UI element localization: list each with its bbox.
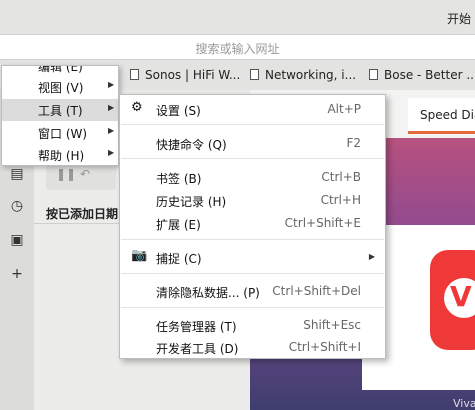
menu-item-help[interactable]: 帮助 (H) ▶ <box>2 144 118 166</box>
tools-submenu: ⚙ 设置 (S) Alt+P 快捷命令 (Q) F2 书签 (B) Ctrl+B… <box>119 94 386 359</box>
menu-item-extensions[interactable]: 扩展 (E) Ctrl+Shift+E <box>120 212 385 234</box>
menu-item-bookmarks[interactable]: 书签 (B) Ctrl+B <box>120 166 385 188</box>
document-icon <box>250 69 259 80</box>
tab-label: Speed Dia <box>420 108 475 122</box>
notes-icon[interactable]: ▤ <box>9 166 25 182</box>
address-placeholder: 搜索或输入网址 <box>195 42 280 56</box>
bookmark-item[interactable]: Sonos | HiFi W... <box>130 68 240 82</box>
window-title: 开始 <box>446 12 471 26</box>
undo-icon[interactable]: ↶ <box>80 167 90 181</box>
menu-item-quick-commands[interactable]: 快捷命令 (Q) F2 <box>120 132 385 154</box>
document-icon <box>130 69 139 80</box>
menu-item-tools[interactable]: 工具 (T) ▶ <box>2 99 118 121</box>
add-panel-icon[interactable]: + <box>9 266 25 282</box>
camera-icon: 📷 <box>131 248 148 263</box>
submenu-arrow-icon: ▶ <box>108 126 115 135</box>
menu-separator <box>121 239 384 240</box>
menu-separator <box>121 158 384 159</box>
pause-icon[interactable]: ❚❚ <box>56 167 76 181</box>
bookmark-item[interactable]: Bose - Better ... <box>369 68 475 82</box>
menu-item-edit[interactable]: 编辑 (E) <box>2 66 118 76</box>
menu-item-clear-private-data[interactable]: 清除隐私数据... (P) Ctrl+Shift+Del <box>120 280 385 302</box>
menu-item-task-manager[interactable]: 任务管理器 (T) Shift+Esc <box>120 314 385 336</box>
bookmark-item[interactable]: Networking, i... <box>250 68 356 82</box>
submenu-arrow-icon: ▶ <box>108 103 115 112</box>
menu-separator <box>121 273 384 274</box>
menu-separator <box>121 307 384 308</box>
menu-item-developer-tools[interactable]: 开发者工具 (D) Ctrl+Shift+I <box>120 336 385 358</box>
submenu-arrow-icon: ▶ <box>108 80 115 89</box>
submenu-arrow-icon: ▶ <box>108 148 115 157</box>
menu-item-capture[interactable]: 📷 捕捉 (C) ▶ <box>120 246 385 268</box>
menu-item-settings[interactable]: ⚙ 设置 (S) Alt+P <box>120 98 385 120</box>
menu-item-window[interactable]: 窗口 (W) ▶ <box>2 122 118 144</box>
main-menu: 编辑 (E) 视图 (V) ▶ 工具 (T) ▶ 窗口 (W) ▶ 帮助 (H)… <box>1 65 119 166</box>
history-clock-icon[interactable]: ◷ <box>9 198 25 214</box>
menu-item-view[interactable]: 视图 (V) ▶ <box>2 76 118 98</box>
gear-icon: ⚙ <box>131 100 143 115</box>
vivaldi-v-icon: V <box>450 280 472 313</box>
tile-label: Viva <box>453 397 475 410</box>
menu-separator <box>121 124 384 125</box>
submenu-arrow-icon: ▶ <box>368 252 375 261</box>
title-bar: 开始 <box>0 0 475 34</box>
sort-header[interactable]: 按已添加日期 <box>46 205 118 222</box>
document-icon <box>369 69 378 80</box>
menu-item-history[interactable]: 历史记录 (H) Ctrl+H <box>120 189 385 211</box>
tab-speed-dial[interactable]: Speed Dia <box>408 98 475 134</box>
window-icon[interactable]: ▣ <box>9 232 25 248</box>
vivaldi-logo: V <box>430 250 475 350</box>
address-bar[interactable]: 搜索或输入网址 <box>0 34 475 60</box>
